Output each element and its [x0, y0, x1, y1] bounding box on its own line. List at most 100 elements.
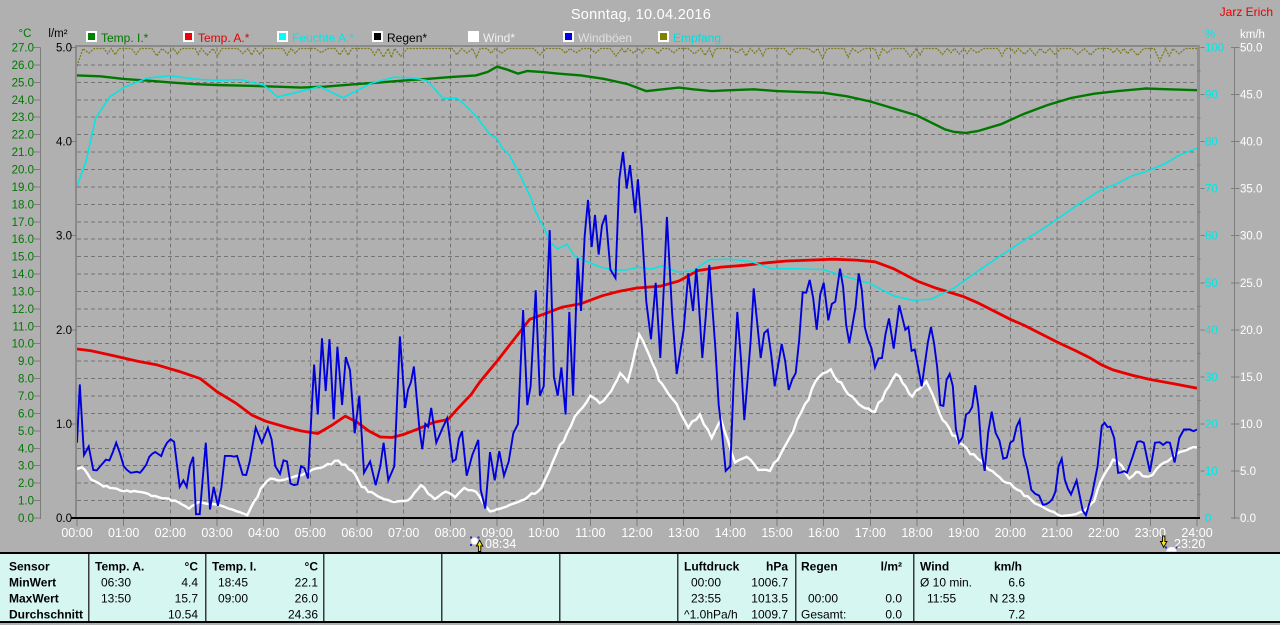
svg-text:Jarz Erich: Jarz Erich [1220, 5, 1273, 19]
svg-text:0.0: 0.0 [1240, 513, 1256, 525]
svg-text:Gesamt:: Gesamt: [801, 608, 846, 622]
svg-text:Temp. A.*: Temp. A.* [198, 31, 250, 45]
svg-text:22:00: 22:00 [1088, 526, 1119, 540]
svg-text:Temp. I.: Temp. I. [212, 560, 256, 574]
svg-text:^1.0hPa/h: ^1.0hPa/h [684, 608, 738, 622]
svg-text:04:00: 04:00 [248, 526, 279, 540]
svg-text:%: % [1205, 29, 1215, 41]
svg-text:Ø 10 min.: Ø 10 min. [920, 576, 972, 590]
svg-text:1013.5: 1013.5 [751, 592, 788, 606]
svg-text:0.0: 0.0 [18, 513, 34, 525]
svg-text:60: 60 [1205, 231, 1218, 243]
svg-text:0.0: 0.0 [56, 513, 72, 525]
svg-text:06:30: 06:30 [101, 576, 131, 590]
svg-text:25.0: 25.0 [12, 77, 34, 89]
svg-text:11.0: 11.0 [12, 321, 34, 333]
svg-text:15.0: 15.0 [12, 252, 34, 264]
svg-text:Temp. I.*: Temp. I.* [101, 31, 149, 45]
svg-text:5.0: 5.0 [56, 43, 72, 55]
svg-text:2.0: 2.0 [56, 325, 72, 337]
svg-text:0: 0 [1205, 513, 1211, 525]
svg-text:6.0: 6.0 [18, 408, 34, 420]
svg-text:MaxWert: MaxWert [9, 592, 59, 606]
svg-text:01:00: 01:00 [108, 526, 139, 540]
svg-text:80: 80 [1205, 137, 1218, 149]
svg-text:23.0: 23.0 [12, 112, 34, 124]
svg-text:24.36: 24.36 [288, 608, 318, 622]
svg-text:3.0: 3.0 [56, 231, 72, 243]
svg-text:18:00: 18:00 [901, 526, 932, 540]
svg-text:3.0: 3.0 [18, 461, 34, 473]
svg-text:05:00: 05:00 [295, 526, 326, 540]
svg-text:20.0: 20.0 [1240, 325, 1262, 337]
svg-text:Wind: Wind [920, 560, 949, 574]
svg-text:1.0: 1.0 [56, 419, 72, 431]
svg-text:°C: °C [19, 28, 32, 40]
svg-text:km/h: km/h [1240, 29, 1265, 41]
svg-text:25.0: 25.0 [1240, 278, 1262, 290]
svg-text:0.0: 0.0 [885, 608, 902, 622]
svg-text:12:00: 12:00 [621, 526, 652, 540]
svg-text:MinWert: MinWert [9, 576, 56, 590]
svg-text:4.0: 4.0 [18, 443, 34, 455]
svg-text:21.0: 21.0 [12, 147, 34, 159]
svg-text:30.0: 30.0 [1240, 231, 1262, 243]
svg-text:07:00: 07:00 [388, 526, 419, 540]
svg-text:N 23.9: N 23.9 [990, 592, 1026, 606]
svg-text:10:00: 10:00 [528, 526, 559, 540]
svg-text:Regen*: Regen* [387, 31, 427, 45]
svg-text:03:00: 03:00 [201, 526, 232, 540]
svg-text:06:00: 06:00 [341, 526, 372, 540]
svg-text:40.0: 40.0 [1240, 137, 1262, 149]
svg-text:1.0: 1.0 [18, 496, 34, 508]
svg-text:00:00: 00:00 [808, 592, 838, 606]
svg-text:6.6: 6.6 [1008, 576, 1025, 590]
svg-text:70: 70 [1205, 184, 1218, 196]
svg-text:10.54: 10.54 [168, 608, 198, 622]
svg-text:Empfang: Empfang [673, 31, 721, 45]
svg-text:4.0: 4.0 [56, 137, 72, 149]
svg-text:13:00: 13:00 [668, 526, 699, 540]
svg-text:Windböen: Windböen [578, 31, 632, 45]
svg-text:10.0: 10.0 [12, 339, 34, 351]
svg-text:23:55: 23:55 [691, 592, 721, 606]
svg-text:4.4: 4.4 [181, 576, 198, 590]
svg-text:10: 10 [1205, 466, 1218, 478]
svg-text:7.0: 7.0 [18, 391, 34, 403]
svg-text:16.0: 16.0 [12, 234, 34, 246]
svg-text:14:00: 14:00 [715, 526, 746, 540]
svg-text:17:00: 17:00 [855, 526, 886, 540]
svg-text:21:00: 21:00 [1041, 526, 1072, 540]
svg-text:17.0: 17.0 [12, 217, 34, 229]
svg-text:hPa: hPa [766, 560, 788, 574]
svg-text:22.1: 22.1 [295, 576, 319, 590]
svg-text:15.0: 15.0 [1240, 372, 1262, 384]
svg-text:90: 90 [1205, 90, 1218, 102]
svg-text:Sonntag, 10.04.2016: Sonntag, 10.04.2016 [571, 7, 711, 23]
svg-text:18:45: 18:45 [218, 576, 248, 590]
svg-text:Durchschnitt: Durchschnitt [9, 608, 83, 622]
svg-text:10.0: 10.0 [1240, 419, 1262, 431]
svg-text:5.0: 5.0 [18, 426, 34, 438]
svg-text:2.0: 2.0 [18, 478, 34, 490]
svg-text:08:00: 08:00 [435, 526, 466, 540]
svg-text:50.0: 50.0 [1240, 43, 1262, 55]
svg-text:09:00: 09:00 [218, 592, 248, 606]
svg-text:22.0: 22.0 [12, 130, 34, 142]
svg-text:02:00: 02:00 [155, 526, 186, 540]
svg-text:14.0: 14.0 [12, 269, 34, 281]
svg-text:Feuchte A.*: Feuchte A.* [292, 31, 354, 45]
svg-text:°C: °C [305, 560, 319, 574]
svg-text:23:20: 23:20 [1174, 537, 1205, 551]
svg-text:19:00: 19:00 [948, 526, 979, 540]
svg-text:20:00: 20:00 [995, 526, 1026, 540]
svg-text:°C: °C [185, 560, 199, 574]
svg-text:15:00: 15:00 [761, 526, 792, 540]
svg-text:26.0: 26.0 [12, 60, 34, 72]
svg-text:11:55: 11:55 [927, 592, 956, 606]
svg-text:12.0: 12.0 [12, 304, 34, 316]
svg-text:19.0: 19.0 [12, 182, 34, 194]
svg-text:9.0: 9.0 [18, 356, 34, 368]
svg-text:km/h: km/h [994, 560, 1022, 574]
svg-text:00:00: 00:00 [61, 526, 92, 540]
